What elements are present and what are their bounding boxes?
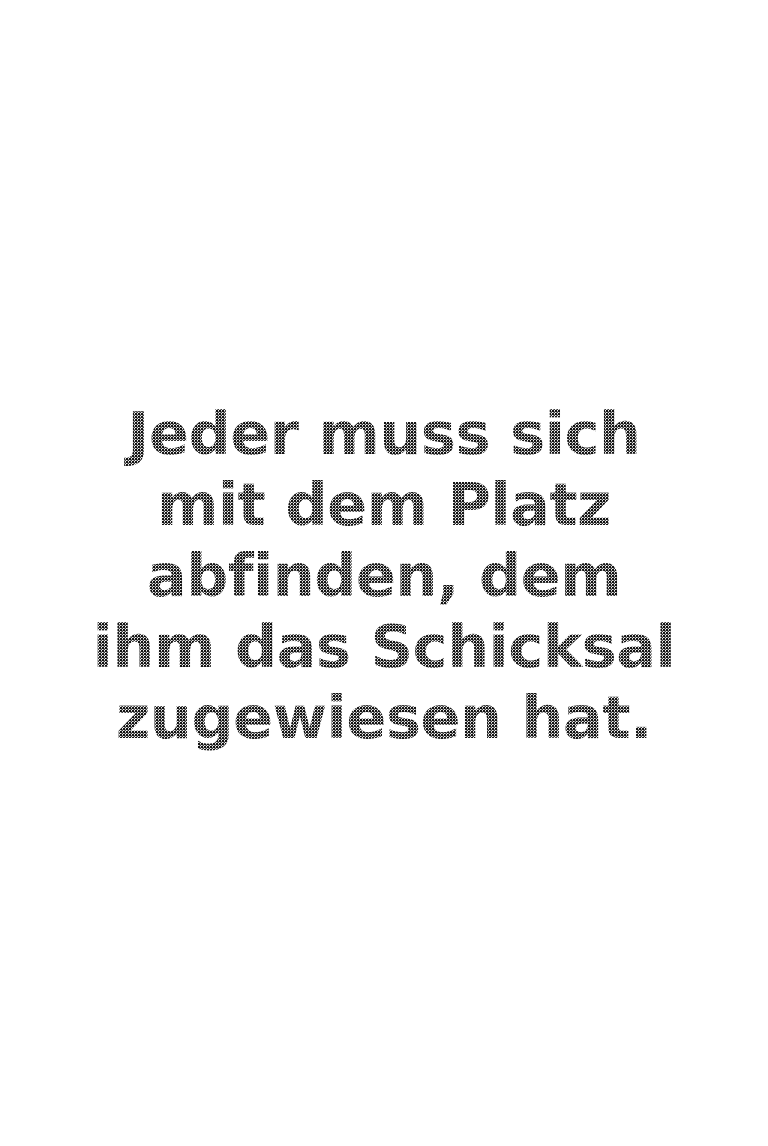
quote-line-5: zugewiesen hat.	[116, 683, 652, 752]
quote-poster: Jeder muss sich mit dem Platz abfinden, …	[0, 0, 768, 1146]
quote-line-1: Jeder muss sich	[127, 399, 641, 468]
quote-line-3: abfinden, dem	[146, 541, 622, 610]
quote-text: Jeder muss sich mit dem Platz abfinden, …	[0, 398, 768, 753]
quote-line-4: ihm das Schicksal	[92, 612, 676, 681]
quote-line-2: mit dem Platz	[156, 470, 612, 539]
